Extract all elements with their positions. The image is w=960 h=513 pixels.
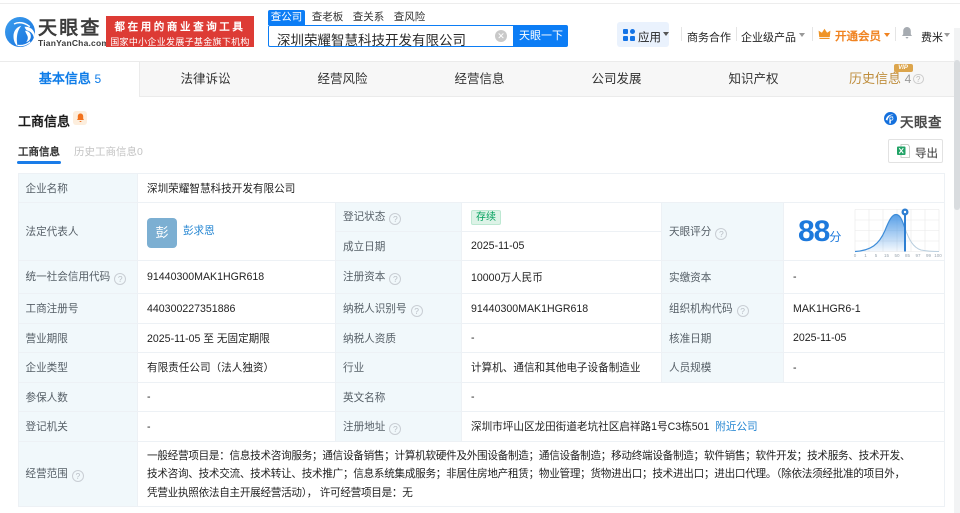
- svg-text:100: 100: [934, 253, 942, 258]
- svg-text:97: 97: [915, 253, 921, 258]
- svg-text:99: 99: [926, 253, 932, 258]
- svg-text:15: 15: [884, 253, 890, 258]
- svg-text:5: 5: [875, 253, 878, 258]
- svg-text:85: 85: [905, 253, 911, 258]
- svg-text:1: 1: [864, 253, 867, 258]
- svg-text:0: 0: [854, 253, 857, 258]
- svg-text:50: 50: [894, 253, 900, 258]
